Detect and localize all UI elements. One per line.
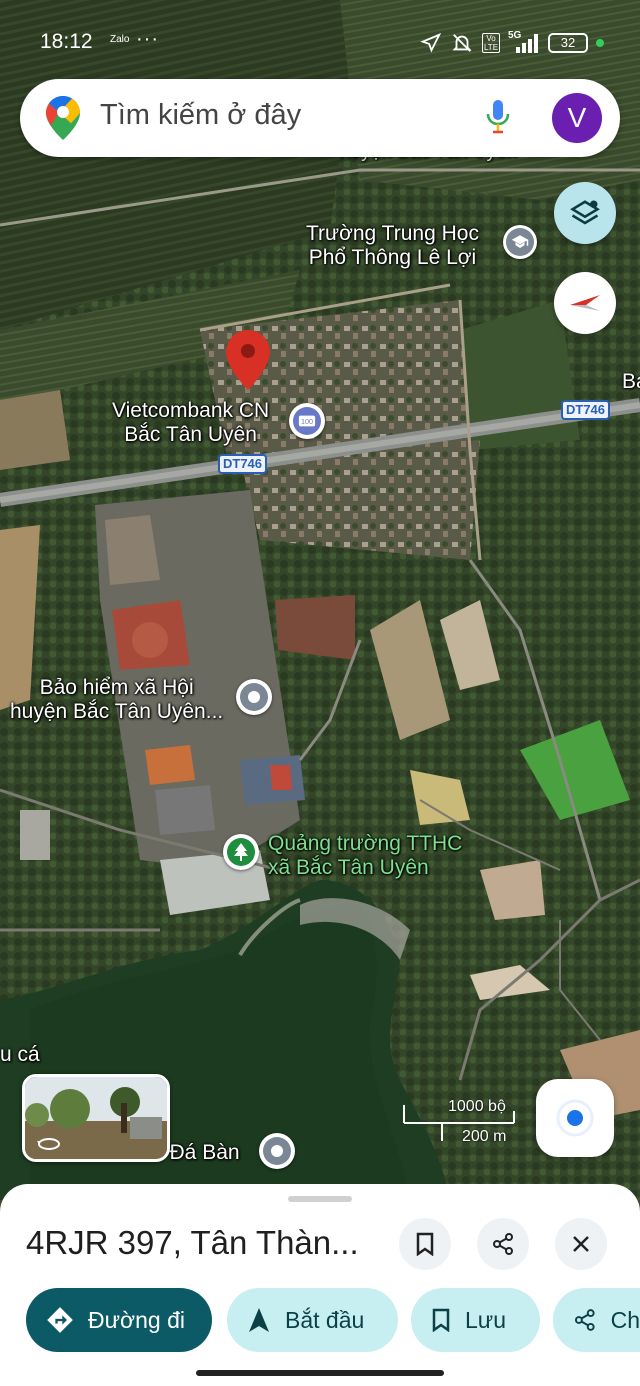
tree-icon bbox=[234, 843, 248, 861]
directions-label: Đường đi bbox=[88, 1306, 185, 1333]
map-label-insurance-line1: Bảo hiểm xã Hội bbox=[39, 676, 194, 699]
my-location-button[interactable] bbox=[536, 1079, 614, 1157]
directions-icon bbox=[47, 1307, 73, 1333]
map-view[interactable]: huyện Bắc Tân Uyên Trường Trung Học Phổ … bbox=[0, 0, 640, 1200]
microphone-icon[interactable] bbox=[484, 100, 512, 136]
scale-bar bbox=[403, 1105, 515, 1141]
layers-icon bbox=[570, 200, 600, 225]
share-chip-button[interactable]: Ch bbox=[553, 1288, 640, 1352]
rotate-360-icon bbox=[37, 1138, 60, 1150]
volte-icon: Vo LTE bbox=[482, 33, 500, 53]
map-label-square-line1: Quảng trường TTHC bbox=[268, 832, 463, 855]
gesture-navigation-bar[interactable] bbox=[196, 1370, 444, 1376]
insurance-poi-marker[interactable] bbox=[236, 679, 272, 715]
road-shield-dt746-east: DT746 bbox=[561, 400, 611, 420]
map-label-school-line1: Trường Trung Học bbox=[306, 222, 479, 245]
navigation-arrow-icon bbox=[249, 1308, 269, 1332]
location-arrow-icon bbox=[420, 32, 442, 53]
map-label-school[interactable]: Trường Trung Học Phổ Thông Lê Lợi bbox=[306, 222, 479, 270]
charging-dot bbox=[596, 39, 604, 47]
start-label: Bắt đầu bbox=[285, 1306, 365, 1333]
compass-button[interactable] bbox=[554, 272, 616, 334]
location-dot-icon bbox=[271, 1145, 283, 1157]
map-label-left-edge-partial: u cá bbox=[0, 1043, 40, 1066]
save-label: Lưu bbox=[465, 1306, 506, 1333]
bookmark-icon bbox=[432, 1308, 450, 1332]
directions-button[interactable]: Đường đi bbox=[26, 1288, 212, 1352]
compass-icon bbox=[570, 295, 600, 311]
signal-icon: 5G bbox=[508, 30, 540, 53]
map-label-right-edge-partial: Ba bbox=[622, 370, 640, 393]
svg-text:100: 100 bbox=[301, 417, 313, 426]
map-label-school-line2: Phổ Thông Lê Lợi bbox=[308, 246, 477, 269]
close-button[interactable] bbox=[555, 1218, 607, 1270]
map-label-bank-line2: Bắc Tân Uyên bbox=[124, 423, 257, 446]
location-pin-icon[interactable] bbox=[226, 330, 270, 390]
map-label-insurance[interactable]: Bảo hiểm xã Hội huyện Bắc Tân Uyên... bbox=[10, 676, 223, 724]
map-scale: 1000 bộ 200 m bbox=[400, 1097, 520, 1149]
save-button[interactable]: Lưu bbox=[411, 1288, 540, 1352]
map-label-bank-line1: Vietcombank CN bbox=[112, 399, 270, 422]
park-poi-marker[interactable] bbox=[223, 834, 259, 870]
share-icon bbox=[493, 1233, 513, 1255]
location-dot-icon bbox=[248, 691, 260, 703]
search-bar[interactable]: Tìm kiếm ở đây V bbox=[20, 79, 620, 157]
signal-bars-icon bbox=[516, 34, 538, 53]
school-poi-marker[interactable] bbox=[503, 225, 537, 259]
status-time: 18:12 bbox=[40, 30, 93, 53]
mute-bell-icon bbox=[452, 34, 472, 52]
my-location-icon bbox=[556, 1099, 594, 1137]
graduation-cap-icon bbox=[511, 235, 529, 248]
map-label-square-line2: xã Bắc Tân Uyên bbox=[268, 856, 429, 879]
bookmark-button[interactable] bbox=[399, 1218, 451, 1270]
sheet-drag-handle[interactable] bbox=[288, 1196, 352, 1202]
start-navigation-button[interactable]: Bắt đầu bbox=[227, 1288, 398, 1352]
bank-poi-marker[interactable]: 100 bbox=[289, 403, 325, 439]
street-view-thumbnail[interactable] bbox=[22, 1074, 170, 1162]
map-label-insurance-line2: huyện Bắc Tân Uyên... bbox=[10, 700, 224, 723]
road-shield-dt746-west: DT746 bbox=[218, 454, 268, 474]
share-icon bbox=[574, 1309, 595, 1331]
zalo-notification-icon: Zalo bbox=[110, 34, 130, 45]
share-button[interactable] bbox=[477, 1218, 529, 1270]
map-label-square[interactable]: Quảng trường TTHC xã Bắc Tân Uyên bbox=[268, 832, 462, 880]
battery-indicator: 32 bbox=[548, 33, 588, 53]
share-label: Ch bbox=[610, 1306, 640, 1333]
place-bottom-sheet[interactable]: 4RJR 397, Tân Thàn... Đường đi Bắt đầu L… bbox=[0, 1184, 640, 1386]
bank-note-icon: 100 bbox=[298, 415, 316, 427]
place-title: 4RJR 397, Tân Thàn... bbox=[26, 1224, 359, 1261]
more-notifications-icon: ··· bbox=[136, 28, 159, 50]
search-input[interactable]: Tìm kiếm ở đây bbox=[100, 99, 301, 132]
google-maps-logo-icon bbox=[46, 96, 80, 140]
satellite-imagery bbox=[0, 0, 640, 1200]
account-avatar[interactable]: V bbox=[552, 93, 602, 143]
status-bar: 18:12 Zalo ··· Vo LTE 5G 32 bbox=[0, 0, 640, 84]
map-label-bank[interactable]: Vietcombank CN Bắc Tân Uyên bbox=[112, 399, 269, 447]
layers-button[interactable] bbox=[554, 182, 616, 244]
close-icon bbox=[573, 1236, 589, 1252]
lake-poi-marker[interactable] bbox=[259, 1133, 295, 1169]
bookmark-icon bbox=[416, 1232, 434, 1256]
